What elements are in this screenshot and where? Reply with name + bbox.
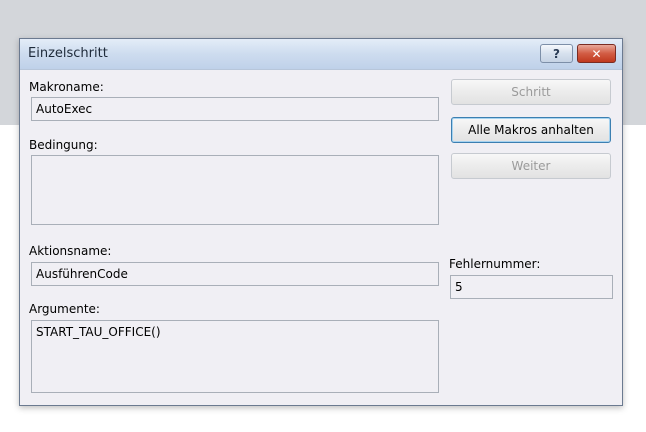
help-icon: ? (553, 46, 560, 61)
condition-label: Bedingung: (29, 138, 98, 152)
stop-all-macros-button[interactable]: Alle Makros anhalten (451, 117, 611, 143)
close-icon: ✕ (591, 46, 602, 61)
action-name-field[interactable]: AusführenCode (31, 262, 439, 286)
dialog-title: Einzelschritt (28, 46, 108, 61)
continue-button[interactable]: Weiter (451, 153, 611, 179)
error-number-label: Fehlernummer: (449, 257, 541, 271)
condition-field[interactable] (31, 155, 439, 225)
close-button[interactable]: ✕ (577, 44, 616, 63)
action-name-label: Aktionsname: (29, 244, 112, 258)
step-button[interactable]: Schritt (451, 79, 611, 105)
macro-name-label: Makroname: (29, 80, 104, 94)
macro-name-field[interactable]: AutoExec (31, 97, 439, 121)
single-step-dialog: Einzelschritt ? ✕ Makroname: AutoExec Be… (19, 38, 623, 406)
error-number-field[interactable]: 5 (450, 275, 613, 299)
arguments-field[interactable]: START_TAU_OFFICE() (31, 320, 439, 393)
arguments-label: Argumente: (29, 302, 100, 316)
help-button[interactable]: ? (540, 44, 573, 63)
title-bar[interactable]: Einzelschritt ? ✕ (20, 39, 622, 70)
